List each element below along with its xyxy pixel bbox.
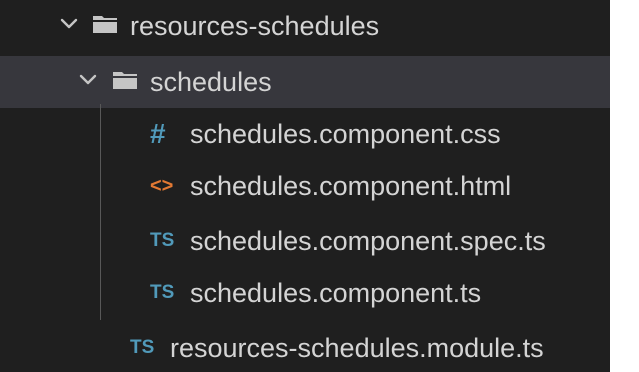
folder-icon [113,72,137,89]
file-label: schedules.component.spec.ts [190,226,546,256]
file-explorer-tree: resources-schedules schedules # schedule… [0,0,610,372]
folder-icon [93,16,117,33]
typescript-file-icon: TS [150,230,175,251]
typescript-file-icon: TS [150,282,175,303]
typescript-file-icon: TS [130,337,155,358]
file-label: schedules.component.html [190,171,512,201]
tree-item-resources-schedules-folder[interactable]: resources-schedules [0,0,610,52]
folder-label: resources-schedules [130,11,380,41]
file-label: resources-schedules.module.ts [170,333,544,363]
tree-item-module-ts-file[interactable]: TS resources-schedules.module.ts [0,322,610,372]
tree-item-html-file[interactable]: <> schedules.component.html [0,160,610,212]
tree-item-component-ts-file[interactable]: TS schedules.component.ts [0,267,610,319]
folder-label: schedules [150,67,272,97]
file-label: schedules.component.css [190,119,501,149]
chevron-down-icon[interactable] [55,10,83,38]
css-file-icon: # [150,118,166,149]
tree-item-schedules-folder[interactable]: schedules [0,56,610,108]
tree-item-css-file[interactable]: # schedules.component.css [0,108,610,160]
tree-item-spec-ts-file[interactable]: TS schedules.component.spec.ts [0,215,610,267]
chevron-down-icon[interactable] [74,66,102,94]
file-label: schedules.component.ts [190,278,482,308]
html-file-icon: <> [150,175,174,197]
